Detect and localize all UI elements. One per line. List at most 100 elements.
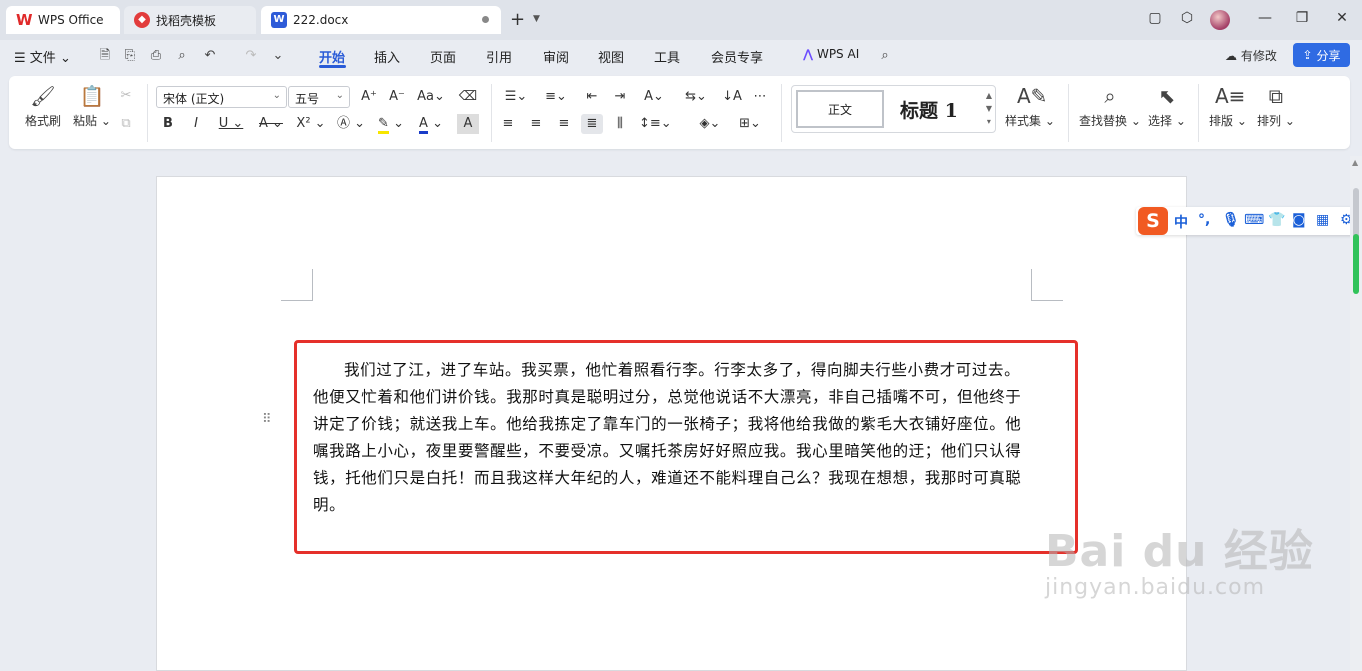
change-case-icon[interactable]: Aa⌄ — [415, 87, 447, 107]
redo-icon[interactable]: ↷ — [243, 48, 259, 64]
clear-format-icon[interactable]: ⌫ — [457, 87, 479, 107]
paste-icon: 📋 — [79, 84, 105, 108]
italic-icon[interactable]: I — [185, 114, 207, 134]
cut-icon[interactable]: ✂ — [115, 86, 137, 106]
tab-tools[interactable]: 工具 — [654, 47, 680, 66]
highlight-color-icon[interactable]: ✎ ⌄ — [375, 114, 407, 134]
chevron-down-icon: ⌄ — [335, 90, 344, 101]
tab-page[interactable]: 页面 — [430, 47, 456, 66]
tab-view[interactable]: 视图 — [598, 47, 624, 66]
wps-ai-button[interactable]: ⋀ WPS AI — [803, 47, 859, 61]
ime-mode-toggle[interactable]: 中 — [1174, 212, 1188, 232]
line-spacing-icon[interactable]: ↕≡⌄ — [639, 114, 672, 134]
underline-icon[interactable]: U ⌄ — [215, 114, 247, 134]
border-icon[interactable]: ⊞⌄ — [735, 114, 765, 134]
decrease-indent-icon[interactable]: ⇤ — [581, 87, 603, 107]
ribbon-separator — [1068, 84, 1069, 142]
skin-icon[interactable]: 👕 — [1268, 212, 1285, 228]
vertical-scrollbar[interactable]: ▲ — [1350, 156, 1362, 671]
text-direction-icon[interactable]: ⇆⌄ — [681, 87, 711, 107]
print-preview-icon[interactable]: ⌕ — [174, 48, 190, 64]
align-right-icon[interactable]: ≡ — [553, 114, 575, 134]
paste-button[interactable]: 📋 粘贴 ⌄ — [73, 84, 111, 129]
wps-ai-icon: ⋀ — [803, 47, 814, 61]
paragraph-drag-handle-icon[interactable]: ⠿ — [262, 412, 271, 427]
increase-indent-icon[interactable]: ⇥ — [609, 87, 631, 107]
search-icon[interactable]: ⌕ — [877, 48, 893, 64]
export-icon[interactable]: ⎘ — [122, 48, 138, 64]
tab-review[interactable]: 审阅 — [543, 47, 569, 66]
quick-access-chevron-icon[interactable]: ⌄ — [270, 48, 286, 64]
strikethrough-icon[interactable]: A ⌄ — [255, 114, 287, 134]
undo-icon[interactable]: ↶ — [202, 48, 218, 64]
save-icon[interactable]: 🗎 — [97, 48, 113, 64]
document-page[interactable]: 我们过了江，进了车站。我买票，他忙着照看行李。行李太多了，得向脚夫行些小费才可过… — [156, 176, 1187, 671]
unsaved-dot-icon[interactable] — [482, 16, 489, 23]
share-button[interactable]: ⇪ 分享 — [1293, 43, 1350, 67]
font-size-select[interactable]: 五号 ⌄ — [288, 86, 350, 108]
superscript-icon[interactable]: X² ⌄ — [295, 114, 327, 134]
file-menu-label: 文件 — [29, 51, 56, 66]
tab-docer-templates[interactable]: ◆ 找稻壳模板 — [124, 6, 256, 34]
align-center-icon[interactable]: ≡ — [525, 114, 547, 134]
scroll-up-icon[interactable]: ▲ — [1352, 158, 1358, 167]
font-color-icon[interactable]: A ⌄ — [415, 114, 447, 134]
window-layout-icon[interactable]: ▢ — [1145, 10, 1165, 26]
new-tab-plus-icon[interactable]: + — [510, 11, 525, 29]
style-heading-1[interactable]: 标题 1 — [900, 96, 958, 123]
copy-icon[interactable]: ⧉ — [115, 114, 137, 134]
decrease-font-icon[interactable]: A⁻ — [386, 87, 408, 107]
share-icon: ⇪ — [1302, 48, 1313, 62]
margin-corner-mark — [281, 269, 313, 301]
wps-ai-label: WPS AI — [816, 47, 860, 61]
format-painter-button[interactable]: 🖌 格式刷 — [25, 84, 61, 129]
tab-list-chevron-icon[interactable]: ▼ — [533, 14, 540, 24]
style-set-label: 样式集 — [1005, 114, 1042, 128]
find-replace-button[interactable]: ⌕ 查找替换 ⌄ — [1079, 84, 1141, 129]
margin-corner-mark — [1031, 269, 1063, 301]
modified-button[interactable]: ☁ 有修改 — [1225, 47, 1277, 64]
toolbox-icon[interactable]: ▦ — [1316, 212, 1329, 228]
keyboard-icon[interactable]: ⌨ — [1244, 212, 1264, 228]
distribute-icon[interactable]: ⫼ — [609, 114, 631, 134]
sogou-logo-icon[interactable]: S — [1138, 207, 1168, 235]
layout-button[interactable]: A≡ 排版 ⌄ — [1209, 84, 1247, 129]
tab-references[interactable]: 引用 — [486, 47, 512, 66]
print-icon[interactable]: ⎙ — [148, 48, 164, 64]
bullet-list-icon[interactable]: ☰⌄ — [501, 87, 531, 107]
style-normal[interactable]: 正文 — [796, 90, 884, 128]
tab-insert[interactable]: 插入 — [374, 47, 400, 66]
char-shading-icon[interactable]: A — [457, 114, 479, 134]
game-icon[interactable]: ◙ — [1292, 212, 1306, 228]
punctuation-icon[interactable]: °, — [1198, 212, 1210, 228]
show-marks-icon[interactable]: ⋯ — [749, 87, 771, 107]
align-left-icon[interactable]: ≡ — [497, 114, 519, 134]
bold-icon[interactable]: B — [157, 114, 179, 134]
shading-icon[interactable]: ◈⌄ — [695, 114, 725, 134]
tab-document[interactable]: W 222.docx — [261, 6, 501, 34]
restore-icon[interactable]: ❐ — [1292, 10, 1312, 26]
word-doc-icon: W — [271, 12, 287, 28]
sort-icon[interactable]: ↓A — [721, 87, 743, 107]
numbered-list-icon[interactable]: ≡⌄ — [541, 87, 571, 107]
close-icon[interactable]: ✕ — [1332, 10, 1352, 26]
style-scroll-icon[interactable]: ▲ ▼ ▾ — [986, 89, 992, 128]
font-name-select[interactable]: 宋体 (正文) ⌄ — [156, 86, 287, 108]
paste-label: 粘贴 — [73, 114, 98, 128]
style-set-button[interactable]: A✎ 样式集 ⌄ — [1005, 84, 1055, 129]
microphone-icon[interactable]: 🎙 — [1222, 212, 1240, 228]
cube-icon[interactable]: ⬡ — [1177, 10, 1197, 26]
chinese-layout-icon[interactable]: A⌄ — [639, 87, 669, 107]
tab-member[interactable]: 会员专享 — [711, 47, 763, 66]
watermark-brand: Bai du 经验 — [1045, 526, 1314, 577]
text-effect-icon[interactable]: Ⓐ ⌄ — [335, 114, 367, 134]
tab-home[interactable]: 开始 — [319, 47, 345, 66]
justify-icon[interactable]: ≣ — [581, 114, 603, 134]
select-button[interactable]: ⬉ 选择 ⌄ — [1148, 84, 1186, 129]
file-menu[interactable]: ☰ 文件 ⌄ — [14, 47, 71, 66]
minimize-icon[interactable]: — — [1255, 10, 1275, 26]
arrange-button[interactable]: ⧉ 排列 ⌄ — [1257, 84, 1295, 129]
tab-wps-office[interactable]: W WPS Office — [6, 6, 120, 34]
increase-font-icon[interactable]: A⁺ — [358, 87, 380, 107]
avatar[interactable] — [1210, 10, 1230, 30]
